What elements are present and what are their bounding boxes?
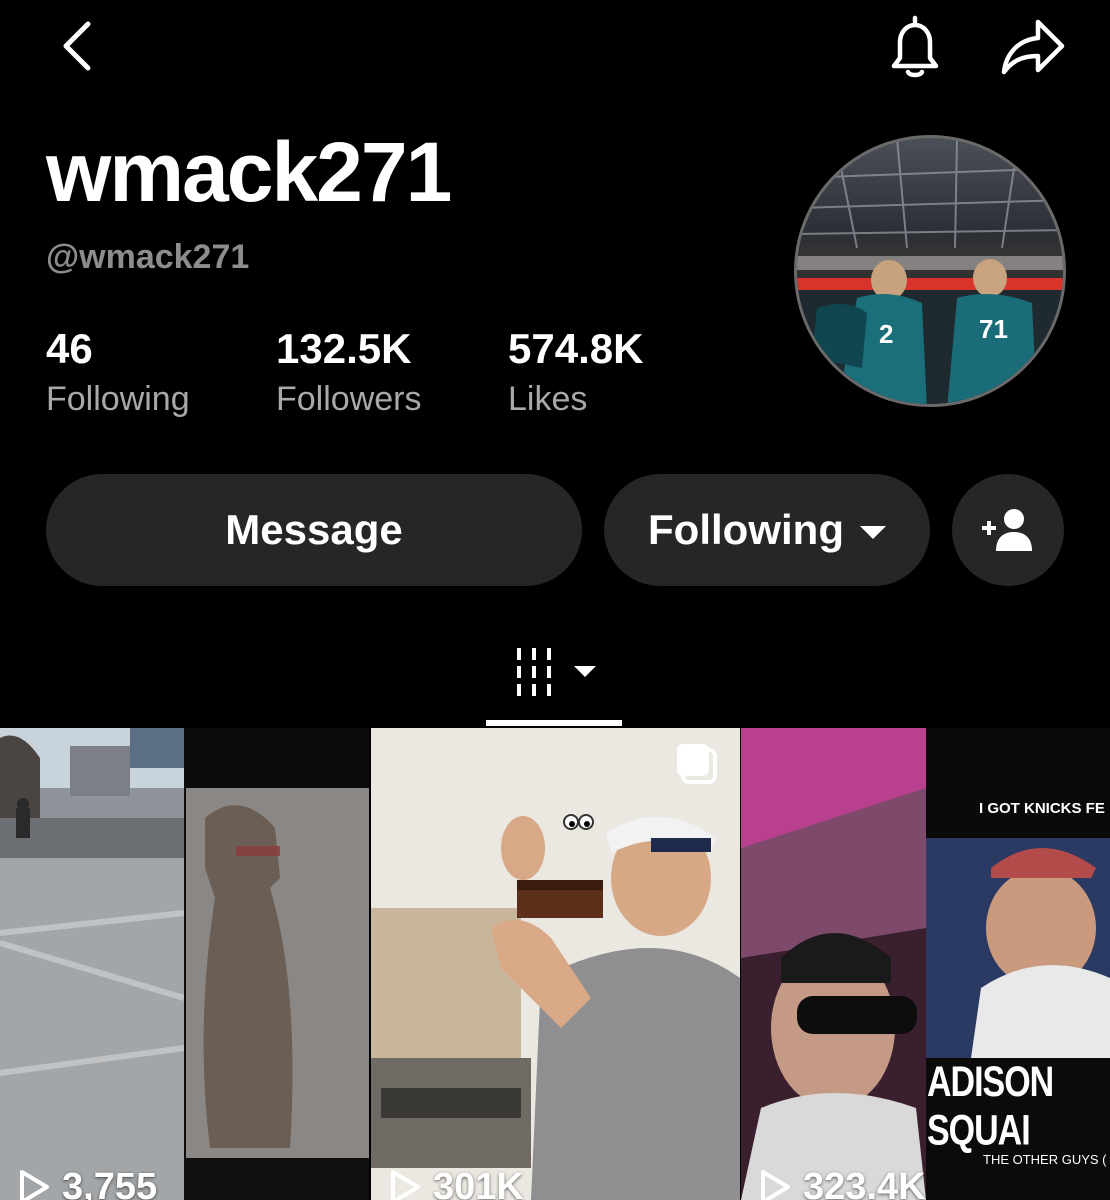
avatar-photo: 2 71 [797,138,1063,404]
notifications-button[interactable] [880,12,950,82]
caret-down-icon [859,525,886,539]
view-count: 323.4K [759,1168,926,1200]
video-thumbnail[interactable]: 301K [371,728,740,1200]
message-button-label: Message [225,506,403,553]
add-friend-button[interactable] [952,474,1064,586]
svg-text:71: 71 [979,314,1008,344]
svg-text:2: 2 [879,319,893,349]
stat-likes[interactable]: 574.8K Likes [508,325,644,418]
view-count: 301K [389,1168,524,1200]
likes-label: Likes [508,380,588,418]
play-outline-icon [391,1170,420,1200]
following-label: Following [46,380,190,418]
meme-caption-bottom: THE OTHER GUYS ( [983,1152,1107,1167]
message-button[interactable]: Message [46,474,582,586]
profile-username: @wmack271 [46,238,250,276]
meme-caption-top: I GOT KNICKS FE [979,800,1105,817]
stat-followers[interactable]: 132.5K Followers [276,325,422,418]
view-count-value: 323.4K [803,1166,926,1200]
play-outline-icon [20,1170,49,1200]
video-thumbnail[interactable]: I GOT KNICKS FE ADISON SQUAI THE OTHER G… [741,728,1110,1200]
video-thumbnail[interactable]: 3,755 [0,728,369,1200]
profile-display-name: wmack271 [46,125,452,219]
add-user-icon [982,509,1032,551]
likes-count: 574.8K [508,325,644,372]
following-count: 46 [46,325,93,372]
tab-active-indicator [486,720,622,726]
following-button-label: Following [648,506,844,553]
bell-icon [891,15,939,78]
meme-caption-middle: ADISON SQUAI [927,1058,1054,1155]
video-preview-image [0,728,369,1200]
play-outline-icon [761,1170,790,1200]
tab-videos[interactable] [486,640,622,726]
followers-count: 132.5K [276,325,412,372]
back-button[interactable] [52,18,102,74]
view-count-value: 301K [433,1166,524,1200]
caret-down-icon [574,666,596,677]
view-count-value: 3,755 [62,1166,158,1200]
grid-bars-icon [517,648,596,696]
stat-following[interactable]: 46 Following [46,325,190,418]
video-preview-image [371,728,740,1200]
profile-avatar[interactable]: 2 71 [794,135,1066,407]
share-arrow-icon [1001,19,1065,75]
chevron-left-icon [63,21,91,71]
following-dropdown-button[interactable]: Following [604,474,930,586]
view-count: 3,755 [18,1168,157,1200]
share-button[interactable] [996,14,1072,80]
followers-label: Followers [276,380,422,418]
